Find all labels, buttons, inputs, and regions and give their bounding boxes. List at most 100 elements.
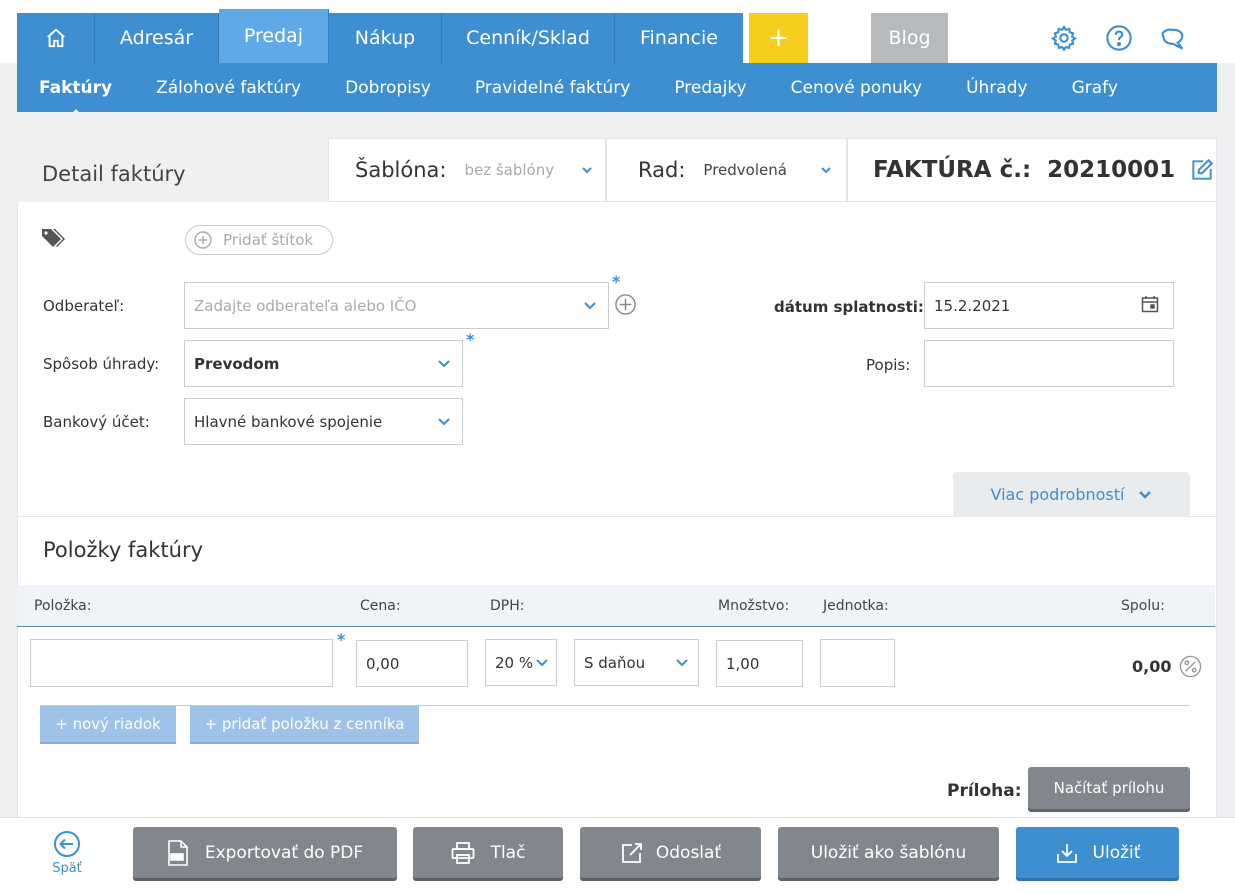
invoice-number-box: FAKTÚRA č.: 20210001 — [847, 138, 1217, 202]
tags-icon — [42, 229, 65, 247]
payment-value: Prevodom — [194, 354, 280, 373]
subnav-item-grafy[interactable]: Grafy — [1072, 78, 1118, 98]
home-icon — [46, 28, 65, 48]
item-total: 0,00 — [1132, 657, 1172, 676]
item-tax-mode-value: S daňou — [584, 653, 646, 672]
template-value: bez šablóny — [464, 161, 555, 179]
item-tax-mode-select[interactable]: S daňou — [574, 639, 699, 686]
print-button[interactable]: Tlač — [413, 827, 563, 878]
download-icon — [1056, 843, 1077, 863]
subnav-item-cenove-ponuky[interactable]: Cenové ponuky — [791, 78, 922, 98]
col-total: Spolu: — [1121, 598, 1165, 614]
load-attachment-button[interactable]: Načítať prílohu — [1028, 767, 1190, 809]
printer-icon — [451, 841, 474, 864]
active-caret — [68, 108, 83, 116]
customer-placeholder: Zadajte odberateľa alebo IČO — [194, 296, 417, 315]
nav-item-predaj[interactable]: Predaj — [219, 9, 329, 63]
send-button[interactable]: Odoslať — [580, 827, 761, 878]
template-label: Šablóna: — [355, 158, 447, 182]
item-price-input[interactable]: 0,00 — [356, 640, 468, 687]
chevron-down-icon — [438, 417, 450, 425]
item-unit-input[interactable] — [820, 639, 895, 687]
back-label: Späť — [52, 861, 82, 876]
add-customer-icon[interactable] — [614, 293, 637, 316]
nav-item-nakup[interactable]: Nákup — [329, 13, 442, 63]
series-label: Rad: — [638, 158, 686, 182]
home-button[interactable] — [17, 13, 95, 63]
col-unit: Jednotka: — [823, 598, 889, 614]
item-name-input[interactable] — [30, 639, 333, 687]
plus-circle-icon — [194, 231, 212, 249]
chevron-down-icon — [584, 301, 596, 309]
more-details-label: Viac podrobností — [990, 485, 1125, 504]
bank-account-label: Bankový účet: — [43, 413, 150, 431]
item-qty-input[interactable]: 1,00 — [716, 640, 803, 687]
back-button[interactable]: Späť — [40, 830, 94, 876]
calendar-icon[interactable] — [1141, 295, 1159, 313]
customer-input[interactable]: Zadajte odberateľa alebo IČO — [184, 282, 609, 329]
chevron-down-icon — [582, 167, 592, 174]
items-title: Položky faktúry — [43, 538, 204, 562]
add-tag-button[interactable]: Pridať štítok — [185, 225, 333, 255]
payment-label: Spôsob úhrady: — [43, 355, 160, 373]
series-select[interactable]: Rad: Predvolená — [606, 138, 847, 202]
subnav-item-predajky[interactable]: Predajky — [674, 78, 746, 98]
blog-button[interactable]: Blog — [871, 13, 948, 63]
sub-nav: Faktúry Zálohové faktúry Dobropisy Pravi… — [17, 63, 1217, 116]
subnav-item-zalohove-faktury[interactable]: Zálohové faktúry — [156, 78, 301, 98]
new-row-button[interactable]: + nový riadok — [40, 706, 176, 742]
col-qty: Množstvo: — [718, 598, 790, 614]
item-qty-value: 1,00 — [726, 654, 760, 673]
payment-method-select[interactable]: Prevodom — [184, 340, 463, 387]
item-price-value: 0,00 — [366, 654, 400, 673]
invoice-label: FAKTÚRA č.: — [873, 157, 1032, 183]
nav-item-financie[interactable]: Financie — [615, 13, 743, 63]
save-label: Uložiť — [1092, 842, 1141, 863]
chevron-down-icon — [536, 658, 548, 666]
bank-account-value: Hlavné bankové spojenie — [194, 412, 383, 431]
help-icon[interactable] — [1105, 24, 1133, 52]
main-nav: Adresár Predaj Nákup Cenník/Sklad Financ… — [17, 9, 743, 63]
due-date-input[interactable]: 15.2.2021 — [924, 282, 1174, 329]
description-input[interactable] — [924, 340, 1174, 387]
required-mark: * — [612, 272, 621, 291]
chevron-down-icon — [821, 167, 831, 174]
add-new-button[interactable]: + — [749, 13, 808, 63]
gear-icon[interactable] — [1050, 24, 1078, 52]
subnav-item-faktury[interactable]: Faktúry — [39, 78, 112, 116]
share-icon — [621, 842, 642, 863]
col-item: Položka: — [34, 598, 92, 614]
required-mark: * — [337, 630, 346, 649]
subnav-item-dobropisy[interactable]: Dobropisy — [345, 78, 431, 98]
chevron-down-icon — [1139, 490, 1152, 499]
series-value: Predvolená — [703, 161, 787, 179]
due-date-label: dátum splatnosti: — [774, 298, 924, 316]
edit-icon[interactable] — [1189, 157, 1215, 183]
chevron-down-icon — [676, 658, 688, 666]
discount-icon[interactable] — [1179, 655, 1202, 678]
pdf-icon — [168, 839, 188, 866]
col-vat: DPH: — [490, 598, 525, 614]
items-table-header — [17, 585, 1215, 627]
subnav-item-pravidelne-faktury[interactable]: Pravidelné faktúry — [475, 78, 631, 98]
template-select[interactable]: Šablóna: bez šablóny — [328, 138, 606, 202]
attachment-label: Príloha: — [947, 781, 1022, 801]
nav-item-cennik-sklad[interactable]: Cenník/Sklad — [442, 13, 615, 63]
due-date-value: 15.2.2021 — [934, 296, 1011, 315]
save-button[interactable]: Uložiť — [1016, 827, 1179, 878]
feedback-icon[interactable] — [1159, 24, 1187, 52]
export-pdf-button[interactable]: Exportovať do PDF — [133, 827, 397, 878]
add-tag-label: Pridať štítok — [223, 231, 314, 249]
more-details-button[interactable]: Viac podrobností — [953, 472, 1190, 517]
subnav-item-uhrady[interactable]: Úhrady — [966, 78, 1027, 98]
back-arrow-icon — [54, 831, 80, 857]
customer-label: Odberateľ: — [43, 297, 125, 315]
page-title: Detail faktúry — [42, 162, 186, 186]
nav-item-adresar[interactable]: Adresár — [95, 13, 219, 63]
bank-account-select[interactable]: Hlavné bankové spojenie — [184, 398, 463, 445]
export-pdf-label: Exportovať do PDF — [204, 842, 364, 863]
add-from-catalog-button[interactable]: + pridať položku z cenníka — [190, 706, 419, 742]
item-vat-select[interactable]: 20 % — [485, 639, 557, 686]
description-label: Popis: — [866, 356, 911, 374]
save-as-template-button[interactable]: Uložiť ako šablónu — [778, 827, 999, 878]
